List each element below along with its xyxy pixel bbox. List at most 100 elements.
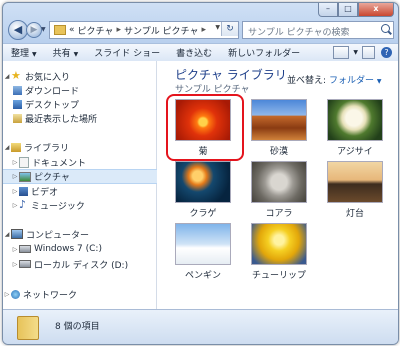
slideshow-button[interactable]: スライド ショー [86, 46, 168, 59]
nav-drive-c[interactable]: ▷ Windows 7 (C:) [3, 242, 164, 256]
explorer-window: – □ x ◀ ▶ ▼ « ピクチャ ▸ サンプル ピクチャ ▸ ▼ ↻ サンプ… [2, 2, 399, 345]
thumbnail-item[interactable]: チューリップ [251, 223, 307, 281]
item-count: 8 個の項目 [55, 322, 100, 332]
help-icon[interactable]: ? [381, 47, 392, 58]
arrange-by-dropdown[interactable]: フォルダー ▼ [329, 73, 382, 86]
arrange-by-label: 並べ替え: [287, 76, 327, 86]
thumbnail-item[interactable]: 砂漠 [251, 99, 307, 157]
breadcrumb-separator[interactable]: ▸ [201, 25, 206, 35]
caption-buttons: – □ x [318, 3, 394, 17]
new-folder-button[interactable]: 新しいフォルダー [220, 46, 308, 59]
desert-image [251, 99, 307, 141]
expand-icon[interactable]: ▷ [11, 261, 19, 268]
koala-image [251, 161, 307, 203]
expand-icon[interactable]: ▷ [11, 246, 19, 253]
thumbnail-item[interactable]: クラゲ [175, 161, 231, 219]
music-icon: ♪ [19, 198, 27, 211]
nav-computer[interactable]: ◢ コンピューター [3, 227, 156, 241]
thumbnail-item[interactable]: アジサイ [327, 99, 383, 157]
nav-drive-d[interactable]: ▷ ローカル ディスク (D:) [3, 257, 164, 271]
navigation-pane: ◢ ★ お気に入り ダウンロード デスクトップ 最近表示した場所 ◢ ライブラリ… [3, 61, 164, 309]
expand-icon[interactable]: ▷ [11, 202, 19, 209]
command-bar: 整理 ▼ 共有 ▼ スライド ショー 書き込む 新しいフォルダー ▼ ? [3, 43, 398, 62]
maximize-button[interactable]: □ [338, 3, 358, 17]
chrysanthemum-image [175, 99, 231, 141]
computer-icon [11, 229, 23, 239]
drive-icon [19, 260, 31, 268]
recent-places-icon [13, 113, 22, 123]
downloads-icon [13, 85, 22, 95]
close-button[interactable]: x [358, 3, 394, 17]
star-icon: ★ [11, 69, 21, 82]
refresh-button[interactable]: ↻ [221, 22, 238, 36]
thumbnail-item[interactable]: 灯台 [327, 161, 383, 219]
hydrangea-image [327, 99, 383, 141]
breadcrumb-sample-pictures[interactable]: サンプル ピクチャ [124, 24, 199, 37]
breadcrumb-separator[interactable]: ▸ [116, 25, 121, 35]
share-button[interactable]: 共有 ▼ [45, 46, 87, 59]
thumbnail-caption: チューリップ [251, 271, 306, 281]
library-icon [11, 142, 21, 152]
expand-icon[interactable]: ▷ [3, 291, 11, 298]
nav-favorites[interactable]: ◢ ★ お気に入り [3, 69, 156, 83]
nav-downloads[interactable]: ダウンロード [3, 83, 166, 97]
minimize-button[interactable]: – [318, 3, 338, 17]
nav-music[interactable]: ▷ ♪ ミュージック [3, 198, 164, 212]
jellyfish-image [175, 161, 231, 203]
nav-pictures[interactable]: ▷ ピクチャ [3, 169, 164, 184]
address-bar[interactable]: « ピクチャ ▸ サンプル ピクチャ ▸ ▼ ↻ [49, 21, 239, 39]
details-pane: 8 個の項目 [3, 309, 398, 344]
lighthouse-image [327, 161, 383, 203]
breadcrumb-pictures[interactable]: ピクチャ [78, 24, 114, 37]
thumbnail-item[interactable]: コアラ [251, 161, 307, 219]
recent-pages-dropdown-icon[interactable]: ▼ [41, 26, 46, 33]
preview-pane-icon[interactable] [362, 46, 375, 59]
expand-icon[interactable]: ◢ [3, 73, 11, 80]
thumbnail-caption: コアラ [265, 209, 293, 219]
drive-icon [19, 245, 31, 253]
desktop-icon [13, 99, 22, 109]
address-dropdown-icon[interactable]: ▼ [215, 24, 220, 31]
expand-icon[interactable]: ◢ [3, 231, 11, 238]
nav-desktop[interactable]: デスクトップ [3, 97, 166, 111]
chevron-down-icon: ▼ [32, 51, 37, 58]
navigation-bar: ◀ ▶ ▼ « ピクチャ ▸ サンプル ピクチャ ▸ ▼ ↻ サンプル ピクチャ… [3, 18, 398, 42]
forward-button[interactable]: ▶ [26, 22, 42, 38]
tulips-image [251, 223, 307, 265]
videos-icon [19, 186, 28, 196]
folder-icon [17, 316, 39, 340]
library-title: ピクチャ ライブラリ [175, 68, 287, 82]
chevron-down-icon[interactable]: ▼ [353, 49, 358, 56]
address-overflow[interactable]: « [69, 25, 75, 35]
thumbnail-caption: クラゲ [189, 209, 217, 219]
network-icon [11, 289, 20, 299]
burn-button[interactable]: 書き込む [168, 46, 220, 59]
expand-icon[interactable]: ▷ [11, 173, 19, 180]
chevron-down-icon: ▼ [376, 78, 382, 85]
expand-icon[interactable]: ▷ [11, 159, 19, 166]
thumbnail-item[interactable]: 菊 [175, 99, 231, 157]
search-box[interactable]: サンプル ピクチャの検索 [242, 21, 394, 39]
chevron-down-icon: ▼ [73, 51, 79, 58]
nav-network[interactable]: ▷ ネットワーク [3, 287, 156, 301]
nav-libraries[interactable]: ◢ ライブラリ [3, 140, 156, 154]
nav-documents[interactable]: ▷ ドキュメント [3, 155, 164, 169]
pictures-icon [19, 171, 31, 182]
nav-recent-places[interactable]: 最近表示した場所 [3, 111, 166, 125]
thumbnail-item[interactable]: ペンギン [175, 223, 231, 281]
penguins-image [175, 223, 231, 265]
search-icon[interactable] [381, 24, 390, 33]
expand-icon[interactable]: ▷ [11, 188, 19, 195]
nav-videos[interactable]: ▷ ビデオ [3, 184, 164, 198]
thumbnail-caption: 菊 [198, 147, 208, 157]
organize-button[interactable]: 整理 ▼ [3, 46, 45, 59]
thumbnail-caption: アジサイ [337, 147, 373, 157]
thumbnail-caption: ペンギン [184, 271, 221, 281]
expand-icon[interactable]: ◢ [3, 144, 11, 151]
documents-icon [19, 156, 29, 168]
view-options-icon[interactable] [333, 46, 350, 59]
folder-icon [54, 25, 66, 35]
search-placeholder[interactable]: サンプル ピクチャの検索 [248, 25, 350, 38]
back-button[interactable]: ◀ [8, 20, 28, 40]
thumbnail-caption: 灯台 [345, 209, 364, 219]
